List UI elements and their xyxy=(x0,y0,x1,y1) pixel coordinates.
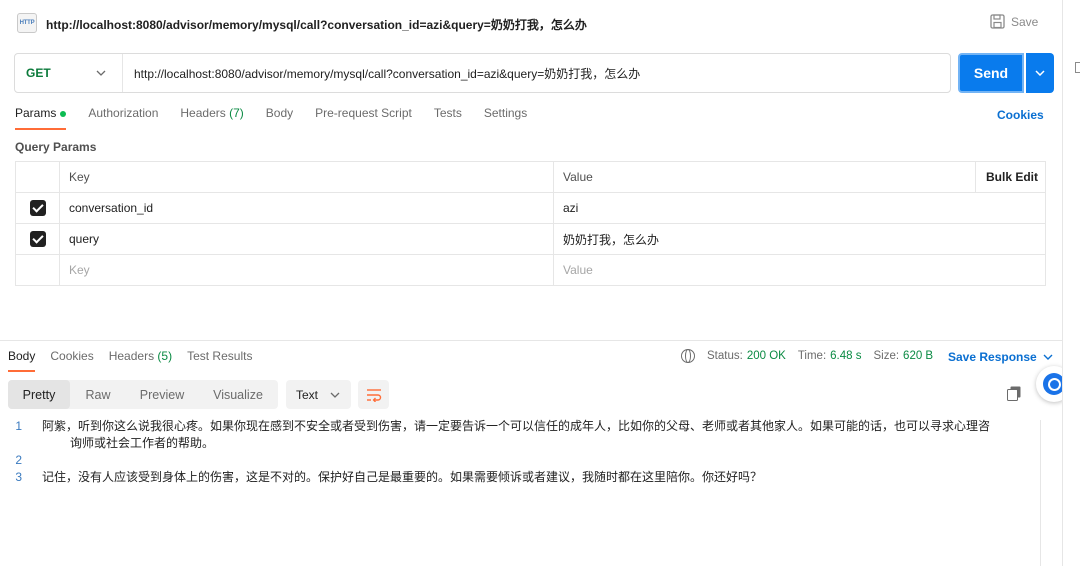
code-line: 2 xyxy=(0,452,1040,469)
time-value[interactable]: 6.48 s xyxy=(830,350,861,362)
chevron-down-icon xyxy=(330,392,340,398)
pane-divider[interactable] xyxy=(0,340,1062,341)
tab-response-body[interactable]: Body xyxy=(8,349,36,372)
tab-prerequest-script[interactable]: Pre-request Script xyxy=(315,106,412,128)
response-actions xyxy=(1007,386,1021,401)
row-checkbox-cell xyxy=(15,254,60,286)
save-response-label: Save Response xyxy=(948,350,1037,364)
line-text: 记住，没有人应该受到身体上的伤害，这是不对的。保护好自己是最重要的。如果需要倾诉… xyxy=(42,470,763,484)
param-checkbox[interactable] xyxy=(29,200,46,216)
url-input[interactable] xyxy=(123,54,950,92)
wrap-lines-icon xyxy=(366,388,381,402)
column-header-value: Value xyxy=(553,161,976,193)
view-pretty[interactable]: Pretty xyxy=(8,380,70,409)
table-row: query 奶奶打我，怎么办 xyxy=(15,223,1046,255)
tab-settings[interactable]: Settings xyxy=(484,106,527,128)
new-key-input[interactable]: Key xyxy=(59,254,554,286)
row-checkbox-cell xyxy=(15,223,60,255)
format-label: Text xyxy=(296,387,319,402)
status-value[interactable]: 200 OK xyxy=(747,350,786,362)
status-label: Status: xyxy=(707,350,743,362)
tab-response-headers[interactable]: Headers (5) xyxy=(109,349,172,371)
copy-icon[interactable] xyxy=(1007,386,1021,401)
http-request-icon: HTTP xyxy=(17,13,37,33)
url-bar: GET xyxy=(14,53,951,93)
table-row: conversation_id azi xyxy=(15,192,1046,224)
format-select[interactable]: Text xyxy=(286,380,351,409)
tab-tests[interactable]: Tests xyxy=(434,106,462,128)
header-check-cell xyxy=(15,161,60,193)
response-headers-count: (5) xyxy=(157,349,173,363)
line-text: 阿紫，听到你这么说我很心疼。如果你现在感到不安全或者受到伤害，请一定要告诉一个可… xyxy=(42,418,1012,452)
request-title[interactable]: http://localhost:8080/advisor/memory/mys… xyxy=(46,16,587,33)
params-active-dot xyxy=(60,110,67,117)
size-label: Size: xyxy=(873,350,900,362)
wrap-lines-button[interactable] xyxy=(358,380,389,409)
method-label: GET xyxy=(26,66,51,80)
line-text-wrap: 询师或社会工作者的帮助。 xyxy=(70,436,215,450)
tab-headers-label: Headers xyxy=(180,106,226,120)
save-label: Save xyxy=(1011,14,1039,29)
column-header-key: Key xyxy=(59,161,554,193)
send-options-button[interactable] xyxy=(1026,53,1054,93)
code-line: 3 记住，没有人应该受到身体上的伤害，这是不对的。保护好自己是最重要的。如果需要… xyxy=(0,469,1040,486)
save-button[interactable]: Save xyxy=(990,14,1038,29)
param-checkbox[interactable] xyxy=(29,231,46,247)
param-key-cell[interactable]: query xyxy=(59,223,554,255)
time-label: Time: xyxy=(797,350,827,362)
bulk-edit-button[interactable]: Bulk Edit xyxy=(975,161,1046,193)
response-tabs: Body Cookies Headers (5) Test Results xyxy=(8,349,267,372)
chevron-down-icon xyxy=(1035,70,1045,76)
chevron-down-icon xyxy=(1043,354,1053,360)
code-line: 1 阿紫，听到你这么说我很心疼。如果你现在感到不安全或者受到伤害，请一定要告诉一… xyxy=(0,418,1040,452)
cookies-link[interactable]: Cookies xyxy=(997,108,1044,122)
line-text-part: 阿紫，听到你这么说我很心疼。如果你现在感到不安全或者受到伤害，请一定要告诉一个可… xyxy=(42,419,991,433)
query-params-title: Query Params xyxy=(15,140,97,154)
line-number: 2 xyxy=(15,453,22,467)
headers-count: (7) xyxy=(229,106,244,120)
tab-authorization[interactable]: Authorization xyxy=(88,106,158,128)
table-header-row: Key Value Bulk Edit xyxy=(15,161,1046,193)
request-tabs: Params Authorization Headers (7) Body Pr… xyxy=(15,106,549,130)
editor-scrollbar[interactable] xyxy=(1040,420,1041,566)
param-value-cell[interactable]: azi xyxy=(553,192,1046,224)
chevron-down-icon xyxy=(96,70,106,76)
query-params-table: Key Value Bulk Edit conversation_id azi … xyxy=(15,161,1046,286)
line-number: 1 xyxy=(15,419,22,433)
request-title-bar: HTTP http://localhost:8080/advisor/memor… xyxy=(0,0,1062,46)
save-icon xyxy=(990,14,1005,29)
line-number: 3 xyxy=(15,470,22,484)
response-body-editor[interactable]: 1 阿紫，听到你这么说我很心疼。如果你现在感到不安全或者受到伤害，请一定要告诉一… xyxy=(0,418,1040,486)
table-row-empty: Key Value xyxy=(15,254,1046,286)
method-select[interactable]: GET xyxy=(15,54,123,92)
param-value-cell[interactable]: 奶奶打我，怎么办 xyxy=(553,223,1046,255)
tab-response-cookies[interactable]: Cookies xyxy=(50,349,93,371)
view-preview[interactable]: Preview xyxy=(126,380,198,409)
view-mode-group: Pretty Raw Preview Visualize xyxy=(8,380,278,409)
line-text xyxy=(42,452,1012,469)
param-key-cell[interactable]: conversation_id xyxy=(59,192,554,224)
documentation-icon[interactable] xyxy=(1075,62,1080,73)
save-response-button[interactable]: Save Response xyxy=(948,350,1053,364)
view-raw[interactable]: Raw xyxy=(70,380,126,409)
tab-params-label: Params xyxy=(15,106,57,120)
response-status: Status: 200 OK Time: 6.48 s Size: 620 B xyxy=(681,349,933,363)
send-button[interactable]: Send xyxy=(958,53,1024,93)
right-sidebar xyxy=(1062,0,1080,566)
tab-headers[interactable]: Headers (7) xyxy=(180,106,243,128)
row-checkbox-cell xyxy=(15,192,60,224)
tab-response-headers-label: Headers xyxy=(108,349,155,363)
view-visualize[interactable]: Visualize xyxy=(198,380,278,409)
size-value[interactable]: 620 B xyxy=(903,350,933,362)
new-value-input[interactable]: Value xyxy=(553,254,1046,286)
tab-test-results[interactable]: Test Results xyxy=(187,349,252,371)
globe-icon[interactable] xyxy=(681,349,695,363)
tab-body[interactable]: Body xyxy=(266,106,293,128)
tab-params[interactable]: Params xyxy=(15,106,67,130)
